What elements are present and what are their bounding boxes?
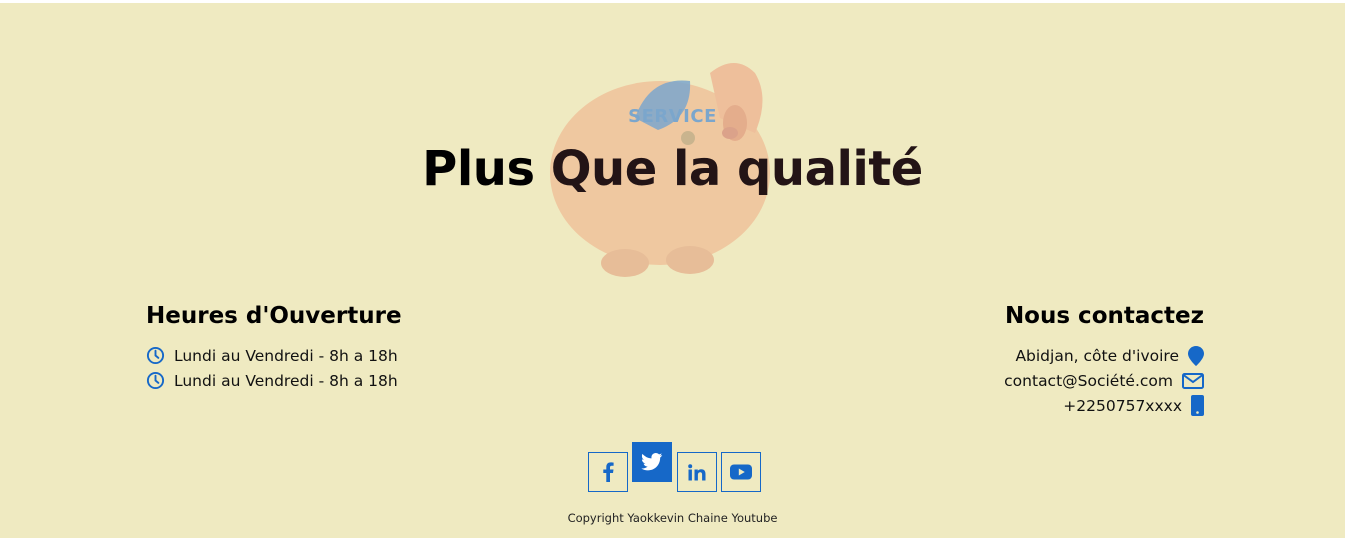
hero-title-part1: Plus bbox=[422, 141, 551, 197]
address-text: Abidjan, côte d'ivoire bbox=[1015, 346, 1179, 365]
envelope-icon bbox=[1182, 372, 1204, 389]
hours-item: Lundi au Vendredi - 8h a 18h bbox=[146, 343, 402, 368]
twitter-icon bbox=[641, 453, 663, 471]
contact-address: Abidjan, côte d'ivoire bbox=[1004, 343, 1204, 368]
opening-hours: Heures d'Ouverture Lundi au Vendredi - 8… bbox=[146, 303, 402, 393]
linkedin-icon bbox=[688, 463, 706, 480]
hero-title: Plus Que la qualité bbox=[0, 141, 1345, 197]
phone-text[interactable]: +2250757xxxx bbox=[1063, 397, 1182, 415]
social-links bbox=[588, 440, 768, 492]
hero-title-part2: Que la qualité bbox=[550, 141, 924, 197]
contact-info: Nous contactez Abidjan, côte d'ivoire co… bbox=[1004, 303, 1204, 418]
hours-text: Lundi au Vendredi - 8h a 18h bbox=[174, 346, 398, 365]
footer-section: SERVICE Plus Que la qualité Heures d'Ouv… bbox=[0, 3, 1345, 538]
twitter-button[interactable] bbox=[632, 442, 672, 482]
facebook-button[interactable] bbox=[588, 452, 628, 492]
opening-hours-title: Heures d'Ouverture bbox=[146, 303, 402, 329]
clock-icon bbox=[146, 346, 165, 365]
linkedin-button[interactable] bbox=[677, 452, 717, 492]
youtube-icon bbox=[730, 464, 752, 480]
contact-email[interactable]: contact@Société.com bbox=[1004, 368, 1204, 393]
clock-icon bbox=[146, 371, 165, 390]
hero-tag: SERVICE bbox=[628, 106, 717, 127]
contact-title: Nous contactez bbox=[1004, 303, 1204, 329]
email-link[interactable]: contact@Société.com bbox=[1004, 372, 1173, 390]
copyright-text: Copyright Yaokkevin Chaine Youtube bbox=[567, 511, 778, 525]
mobile-phone-icon bbox=[1191, 395, 1204, 416]
hours-item: Lundi au Vendredi - 8h a 18h bbox=[146, 368, 402, 393]
youtube-button[interactable] bbox=[721, 452, 761, 492]
map-pin-icon bbox=[1188, 345, 1204, 366]
contact-phone[interactable]: +2250757xxxx bbox=[1004, 393, 1204, 418]
facebook-icon bbox=[603, 462, 614, 482]
hours-text: Lundi au Vendredi - 8h a 18h bbox=[174, 371, 398, 390]
